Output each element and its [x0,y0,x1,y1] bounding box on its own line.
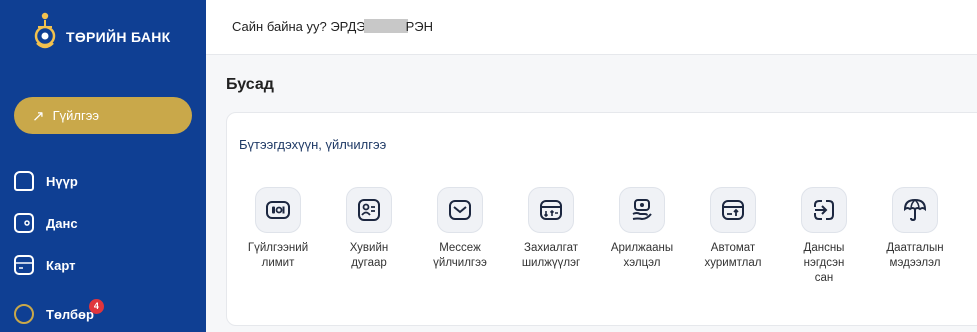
card-icon [14,255,34,275]
money-hand-icon [619,187,665,233]
page-title: Бусад [226,76,274,93]
sidebar-item-label: Данс [46,215,78,231]
account-login-icon [801,187,847,233]
home-icon [14,171,34,191]
service-label: Гүйлгээний лимит [247,242,309,269]
sidebar-item-card[interactable]: Карт [14,252,75,278]
service-label: Арилжааны хэлцэл [610,242,674,269]
service-label: Дансны нэгдсэн сан [803,242,845,284]
wallet-icon [14,213,34,233]
service-personal-number[interactable]: Хувийн дугаар [323,187,415,271]
limit-icon [255,187,301,233]
top-bar: Сайн байна уу? ЭРДЭ РЭН [206,0,977,55]
bulb-icon [14,304,34,324]
service-label: Автомат хуримтлал [704,242,762,269]
redacted-name [363,19,408,33]
scheduled-transfer-icon [528,187,574,233]
service-account-consolidation[interactable]: Дансны нэгдсэн сан [778,187,870,286]
service-trade-deal[interactable]: Арилжааны хэлцэл [596,187,688,271]
sidebar-item-payment[interactable]: Төлбөр 4 [14,298,104,327]
greeting-suffix: РЭН [405,19,434,34]
services-card: Бүтээгдэхүүн, үйлчилгээ Гүйлгээний лимит… [226,112,977,326]
arrow-up-right-icon: ↗ [32,107,45,125]
greeting-text: Сайн байна уу? ЭРДЭ РЭН [232,19,433,34]
notification-badge: 4 [88,298,104,314]
service-insurance[interactable]: Даатгалын мэдээлэл [869,187,961,271]
sidebar-item-label: Карт [46,257,76,273]
service-sms[interactable]: Мессеж үйлчилгээ [414,187,506,271]
auto-savings-icon [710,187,756,233]
service-auto-savings[interactable]: Автомат хуримтлал [687,187,779,271]
service-label: Мессеж үйлчилгээ [433,242,487,269]
service-label: Захиалгат шилжүүлэг [521,242,581,269]
id-card-icon [346,187,392,233]
sidebar: ТӨРИЙН БАНК ↗ Гүйлгээ Нүүр Данс Карт Төл… [0,0,206,332]
service-label: Даатгалын мэдээлэл [886,242,944,269]
service-scheduled-transfer[interactable]: Захиалгат шилжүүлэг [505,187,597,271]
sidebar-item-transfer[interactable]: ↗ Гүйлгээ [14,97,192,134]
section-title: Бүтээгдэхүүн, үйлчилгээ [239,137,387,152]
greeting-prefix: Сайн байна уу? ЭРДЭ [232,19,366,34]
sidebar-item-label: Гүйлгээ [52,108,99,123]
umbrella-icon [892,187,938,233]
payment-label: Төлбөр [46,306,94,322]
bank-logo[interactable]: ТӨРИЙН БАНК [32,10,171,50]
sidebar-item-label: Нүүр [46,173,78,189]
sidebar-item-home[interactable]: Нүүр [14,168,78,194]
sidebar-item-account[interactable]: Данс [14,210,78,236]
soyombo-logo-icon [32,10,58,50]
service-transaction-limit[interactable]: Гүйлгээний лимит [232,187,324,271]
service-label: Хувийн дугаар [349,242,389,269]
mail-icon [437,187,483,233]
bank-name: ТӨРИЙН БАНК [66,29,171,45]
sidebar-item-label: Төлбөр 4 [46,298,104,322]
